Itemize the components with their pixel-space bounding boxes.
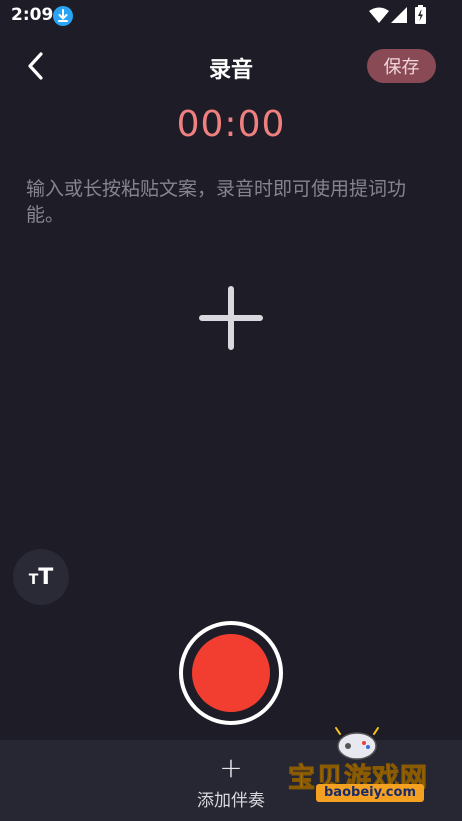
header-bar: 录音 保存 [0,40,462,94]
wifi-icon [369,7,389,23]
add-accompaniment-button[interactable]: + 添加伴奏 [181,751,281,812]
battery-charging-icon [415,5,426,24]
font-size-button[interactable]: TT [13,549,69,605]
add-text-icon[interactable] [199,286,263,350]
record-dot [192,634,270,712]
watermark-logo: 宝贝游戏网 baobeiy.com [282,722,462,821]
signal-icon [391,7,407,23]
status-bar: 2:09 [0,0,462,32]
teleprompter-text-input[interactable]: 输入或长按粘贴文案，录音时即可使用提词功能。 [26,176,441,228]
status-time: 2:09 [11,5,54,25]
gamepad-mascot-icon [335,727,379,760]
record-button[interactable] [179,621,283,725]
save-button[interactable]: 保存 [367,49,436,83]
download-notification-icon [53,6,73,26]
plus-icon: + [219,751,243,784]
watermark-url: baobeiy.com [316,784,424,802]
recording-timer: 00:00 [176,104,286,145]
add-accompaniment-label: 添加伴奏 [197,791,265,811]
text-size-icon: TT [28,564,54,590]
